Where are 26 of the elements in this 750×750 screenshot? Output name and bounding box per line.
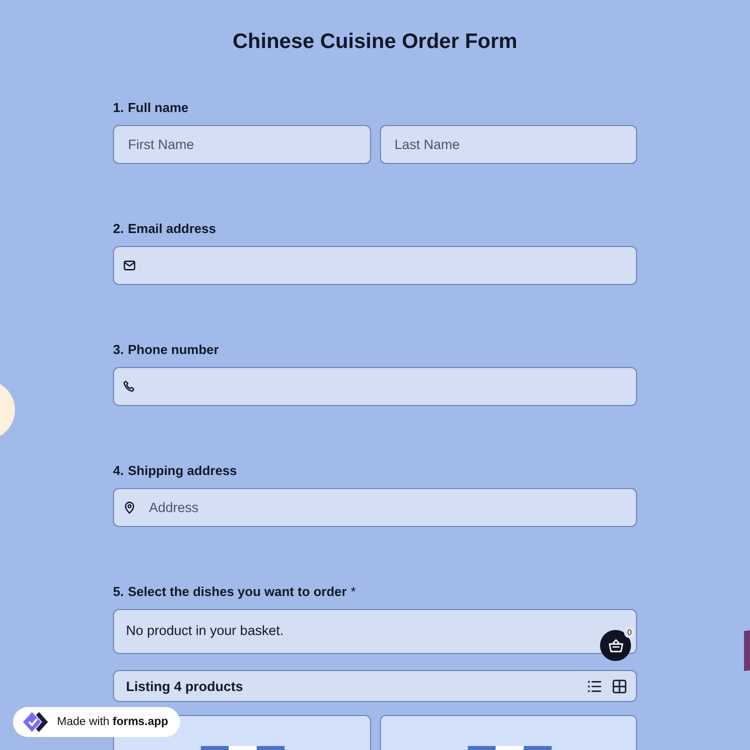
badge-text: Made with forms.app [57, 716, 168, 728]
question-number: 4. [113, 463, 124, 478]
input-field[interactable]: Last Name [380, 125, 637, 164]
question-number: 5. [113, 584, 124, 599]
question-label: Shipping address [128, 463, 237, 478]
question-label: Phone number [128, 342, 219, 357]
listing-count: Listing 4 products [126, 678, 244, 694]
question-label: Email address [128, 221, 216, 236]
made-with-toast[interactable]: Made with forms.app [13, 707, 180, 737]
input-field[interactable]: First Name [113, 125, 370, 164]
input-field[interactable] [113, 246, 637, 285]
question-number: 3. [113, 342, 124, 357]
question-label: Select the dishes you want to order [128, 584, 347, 599]
question-number: 1. [113, 100, 124, 115]
basket-icon [608, 638, 624, 654]
required-mark: * [350, 584, 356, 599]
question-label: Full name [128, 100, 189, 115]
input-field[interactable] [113, 367, 637, 406]
input-field[interactable]: Address [113, 488, 637, 527]
grid-icon [612, 678, 627, 694]
list-icon [587, 678, 602, 694]
form-title: Chinese Cuisine Order Form [232, 30, 518, 54]
question-number: 2. [113, 221, 124, 236]
basket-message: No product in your basket. [126, 623, 284, 638]
basket-count: 0 [624, 627, 635, 638]
logo-icon [21, 710, 51, 734]
